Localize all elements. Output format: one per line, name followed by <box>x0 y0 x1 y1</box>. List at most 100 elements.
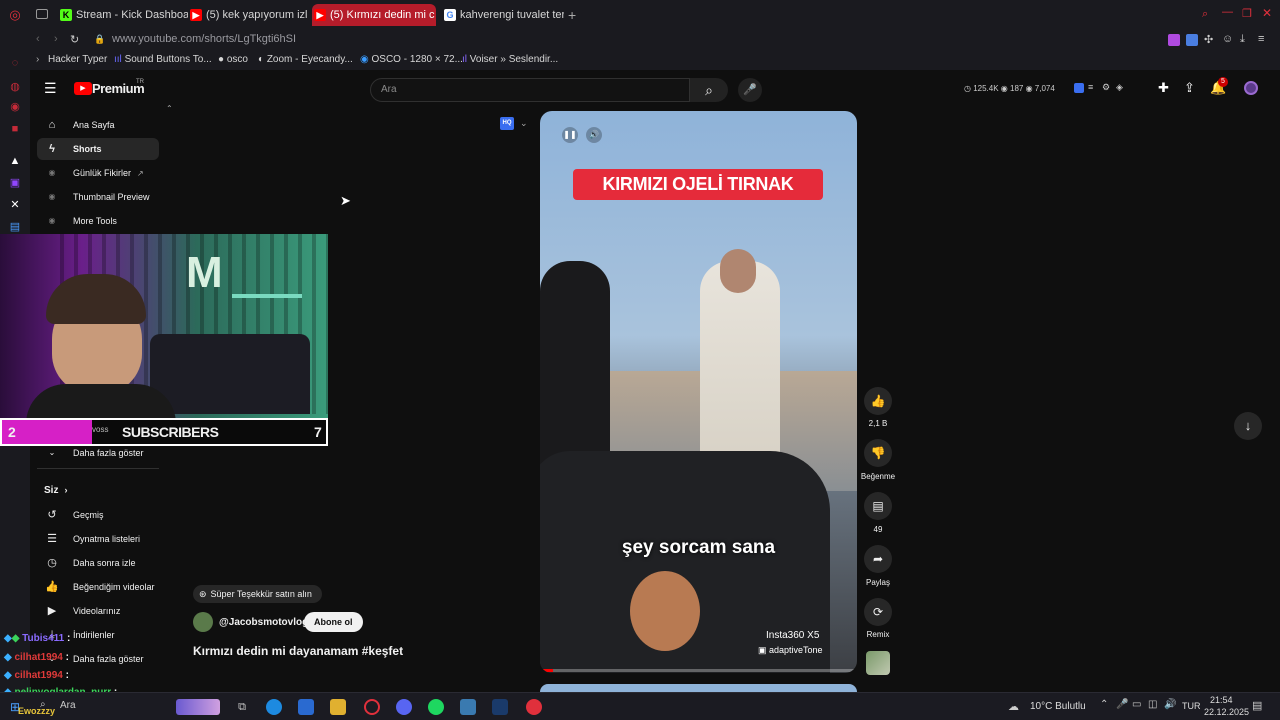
create-icon[interactable]: ✚ <box>1158 80 1169 96</box>
opera-app-icon[interactable]: ▲ <box>8 154 22 168</box>
twitch-icon[interactable]: ▣ <box>8 176 22 190</box>
youtube-logo-icon[interactable]: ▶ <box>74 82 92 95</box>
mode-icon[interactable]: ◈ <box>1116 82 1123 93</box>
x-icon[interactable]: ✕ <box>8 198 22 212</box>
obs-icon[interactable] <box>526 699 542 715</box>
collapse-icon[interactable]: ⌃ <box>166 104 173 113</box>
file-explorer-icon[interactable] <box>330 699 346 715</box>
opera-taskbar-icon[interactable] <box>364 699 380 715</box>
sidebar-item-shorts[interactable]: ϟ Shorts <box>37 138 159 160</box>
sidebar-item-history[interactable]: ↺ Geçmiş <box>37 504 159 526</box>
shorts-video-player[interactable]: ❚❚ 🔊 KIRMIZI OJELİ TIRNAK şey sorcam san… <box>540 111 857 673</box>
extension-icon[interactable] <box>1168 34 1180 46</box>
tab-youtube-1[interactable]: ▶ (5) kek yapıyorum izle - Y <box>188 4 308 26</box>
settings-icon[interactable]: ⚙ <box>1102 82 1110 93</box>
profile-icon[interactable]: ☺ <box>1222 33 1233 45</box>
remix-button[interactable]: ⟳ <box>864 598 892 626</box>
extension-icon[interactable] <box>1186 34 1198 46</box>
subscribe-button[interactable]: Abone ol <box>304 612 363 632</box>
quality-badge[interactable]: HQ <box>500 117 514 130</box>
extensions-puzzle-icon[interactable]: ✣ <box>1204 33 1213 46</box>
sidebar-item-your-videos[interactable]: ▶ Videolarınız <box>37 600 159 622</box>
speaker-icon[interactable]: 🔊 <box>1164 699 1176 710</box>
search-button[interactable]: ⌕ <box>690 78 728 102</box>
network-icon[interactable]: ◫ <box>1148 699 1157 710</box>
sidebar-item-gunluk-fikirler[interactable]: ◉ Günlük Fikirler ↗ <box>37 162 159 184</box>
bookmark-osco[interactable]: ● osco <box>218 54 248 65</box>
list-icon[interactable]: ≡ <box>1088 82 1093 92</box>
minimize-icon[interactable]: — <box>1222 6 1233 18</box>
taskbar-search-box[interactable]: Ara <box>60 700 76 711</box>
tab-search-icon[interactable]: ⌕ <box>1202 8 1208 21</box>
sidebar-show-more[interactable]: ⌄ Daha fazla göster <box>37 442 159 464</box>
like-button[interactable]: 👍 <box>864 387 892 415</box>
download-icon[interactable]: ⤓ <box>1240 33 1245 46</box>
sound-thumbnail[interactable] <box>866 651 890 675</box>
maximize-icon[interactable]: ❐ <box>1242 7 1252 20</box>
next-short-button[interactable]: ↓ <box>1234 412 1262 440</box>
steam-icon[interactable] <box>492 699 508 715</box>
menu-icon[interactable]: ≡ <box>1258 33 1264 45</box>
dislike-button[interactable]: 👎 <box>864 439 892 467</box>
edge-icon[interactable] <box>266 699 282 715</box>
sidebar-item-playlists[interactable]: ☰ Oynatma listeleri <box>37 528 159 550</box>
bookmark-zoom[interactable]: ◐ Zoom - Eyecandy... <box>258 54 353 65</box>
voice-search-button[interactable]: 🎤 <box>738 78 762 102</box>
language-indicator[interactable]: TUR <box>1182 701 1201 711</box>
super-thanks-button[interactable]: ⊛ Süper Teşekkür satın alın <box>193 585 322 603</box>
volume-icon[interactable]: 🔊 <box>586 127 602 143</box>
tab-google[interactable]: G kahverengi tuvalet terliği <box>442 4 564 26</box>
new-tab-icon[interactable]: + <box>568 7 576 23</box>
sidebar-section-you[interactable]: Siz › <box>44 485 67 496</box>
clock-time[interactable]: 21:54 <box>1210 695 1233 705</box>
search-input[interactable]: Ara <box>370 78 690 102</box>
quality-dropdown-icon[interactable]: ⌄ <box>520 118 528 129</box>
tab-kick[interactable]: K Stream - Kick Dashboard <box>58 4 188 26</box>
sidebar-item-more-tools[interactable]: ◉ More Tools <box>37 210 159 232</box>
app-icon[interactable] <box>298 699 314 715</box>
share-button[interactable]: ➦ <box>864 545 892 573</box>
discord-icon[interactable] <box>396 699 412 715</box>
sidebar-item-watch-later[interactable]: ◷ Daha sonra izle <box>37 552 159 574</box>
channel-handle[interactable]: @Jacobsmotovlog <box>219 617 308 628</box>
sidebar-item-thumbnail-preview[interactable]: ◉ Thumbnail Preview <box>37 186 159 208</box>
bookmark-sound-buttons[interactable]: ııl Sound Buttons To... <box>114 54 212 65</box>
avatar[interactable] <box>1244 81 1258 95</box>
sidebar-item-home[interactable]: ⌂ Ana Sayfa <box>37 114 159 136</box>
opera-aria-icon[interactable]: ◍ <box>8 80 22 94</box>
clock-date[interactable]: 22.12.2025 <box>1204 707 1249 717</box>
mic-tray-icon[interactable]: 🎤 <box>1116 699 1128 710</box>
next-short-preview[interactable] <box>540 684 857 692</box>
bookmark-voiser[interactable]: ıl Voiser » Seslendir... <box>462 54 558 65</box>
notification-center-icon[interactable]: ▤ <box>1252 699 1262 712</box>
channel-avatar[interactable] <box>193 612 213 632</box>
pause-icon[interactable]: ❚❚ <box>562 127 578 143</box>
url-field[interactable]: www.youtube.com/shorts/LgTkgti6hSI <box>112 33 296 45</box>
weather-text[interactable]: 10°C Bulutlu <box>1030 701 1086 712</box>
app-icon[interactable] <box>460 699 476 715</box>
upload-icon[interactable]: ⇪ <box>1184 80 1195 96</box>
tab-overview-icon[interactable] <box>36 9 48 19</box>
spotify-icon[interactable] <box>428 699 444 715</box>
opera-feature-icon[interactable]: ◌ <box>8 56 22 70</box>
opera-messenger-icon[interactable]: ◉ <box>8 100 22 114</box>
extension-icon[interactable] <box>1074 83 1084 93</box>
taskbar-widget[interactable] <box>176 699 220 715</box>
sidebar-item-liked[interactable]: 👍 Beğendiğim videolar <box>37 576 159 598</box>
tab-youtube-active[interactable]: ▶ (5) Kırmızı dedin mi c <box>312 4 436 26</box>
comments-button[interactable]: ▤ <box>864 492 892 520</box>
back-icon[interactable]: ‹ <box>36 33 40 45</box>
opera-logo-icon[interactable]: ◎ <box>8 8 22 22</box>
task-view-icon[interactable]: ⧉ <box>234 699 250 715</box>
close-window-icon[interactable]: ✕ <box>1262 6 1272 20</box>
bookmark-osco-1280[interactable]: ◉ OSCO - 1280 × 72... <box>360 54 463 65</box>
video-progress-bar[interactable] <box>540 669 857 672</box>
tray-chevron-icon[interactable]: ⌃ <box>1100 699 1108 710</box>
translate-icon[interactable]: ▤ <box>8 220 22 234</box>
opera-music-icon[interactable]: ■ <box>8 122 22 136</box>
hamburger-icon[interactable]: ☰ <box>44 80 57 97</box>
display-tray-icon[interactable]: ▭ <box>1132 699 1141 710</box>
forward-icon[interactable]: › <box>54 33 58 45</box>
bookmark-hacker-typer[interactable]: Hacker Typer <box>48 54 107 65</box>
reload-icon[interactable]: ↻ <box>70 33 79 46</box>
